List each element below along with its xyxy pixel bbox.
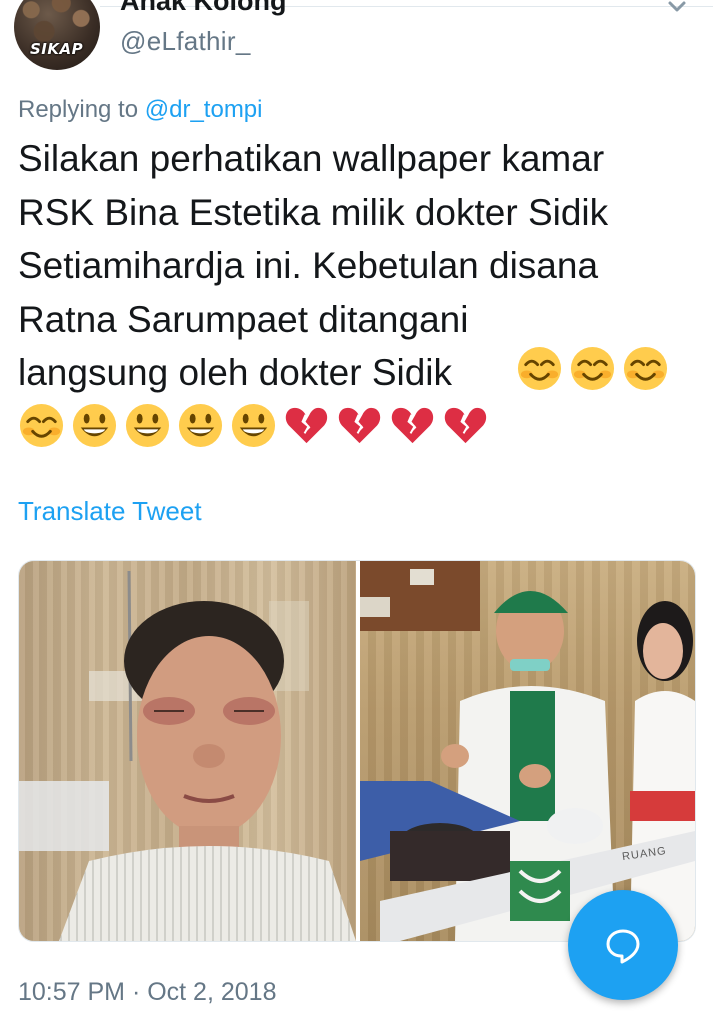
chevron-down-icon[interactable] — [664, 0, 690, 17]
avatar-photo — [14, 0, 100, 70]
translate-tweet-link[interactable]: Translate Tweet — [18, 496, 202, 527]
reply-mention-link[interactable]: @dr_tompi — [145, 96, 263, 123]
emoji-row-1 — [516, 345, 669, 392]
grinning-face-icon — [72, 403, 117, 448]
smiling-face-icon — [623, 346, 668, 391]
reply-context: Replying to @dr_tompi — [18, 96, 263, 124]
broken-heart-icon — [285, 407, 328, 444]
grinning-face-icon — [178, 403, 223, 448]
user-handle[interactable]: @eLfathir_ — [120, 26, 251, 57]
tweet-media: RUANG — [18, 560, 696, 942]
smiling-face-icon — [570, 346, 615, 391]
broken-heart-icon — [338, 407, 381, 444]
emoji-row-2 — [18, 402, 489, 449]
compose-button[interactable] — [568, 890, 678, 1000]
grinning-face-icon — [125, 403, 170, 448]
avatar-badge: SIKAP — [30, 40, 84, 58]
avatar[interactable]: SIKAP — [14, 0, 100, 70]
smiling-face-icon — [517, 346, 562, 391]
display-name[interactable]: Anak Kolong — [120, 0, 287, 17]
media-photo-left[interactable] — [19, 561, 356, 941]
broken-heart-icon — [391, 407, 434, 444]
smiling-face-icon — [19, 403, 64, 448]
compose-bubble-icon — [606, 929, 640, 964]
grinning-face-icon — [231, 403, 276, 448]
broken-heart-icon — [444, 407, 487, 444]
reply-prefix: Replying to — [18, 96, 139, 123]
media-photo-right[interactable]: RUANG — [360, 561, 695, 941]
tweet-timestamp[interactable]: 10:57 PM · Oct 2, 2018 — [18, 978, 276, 1007]
